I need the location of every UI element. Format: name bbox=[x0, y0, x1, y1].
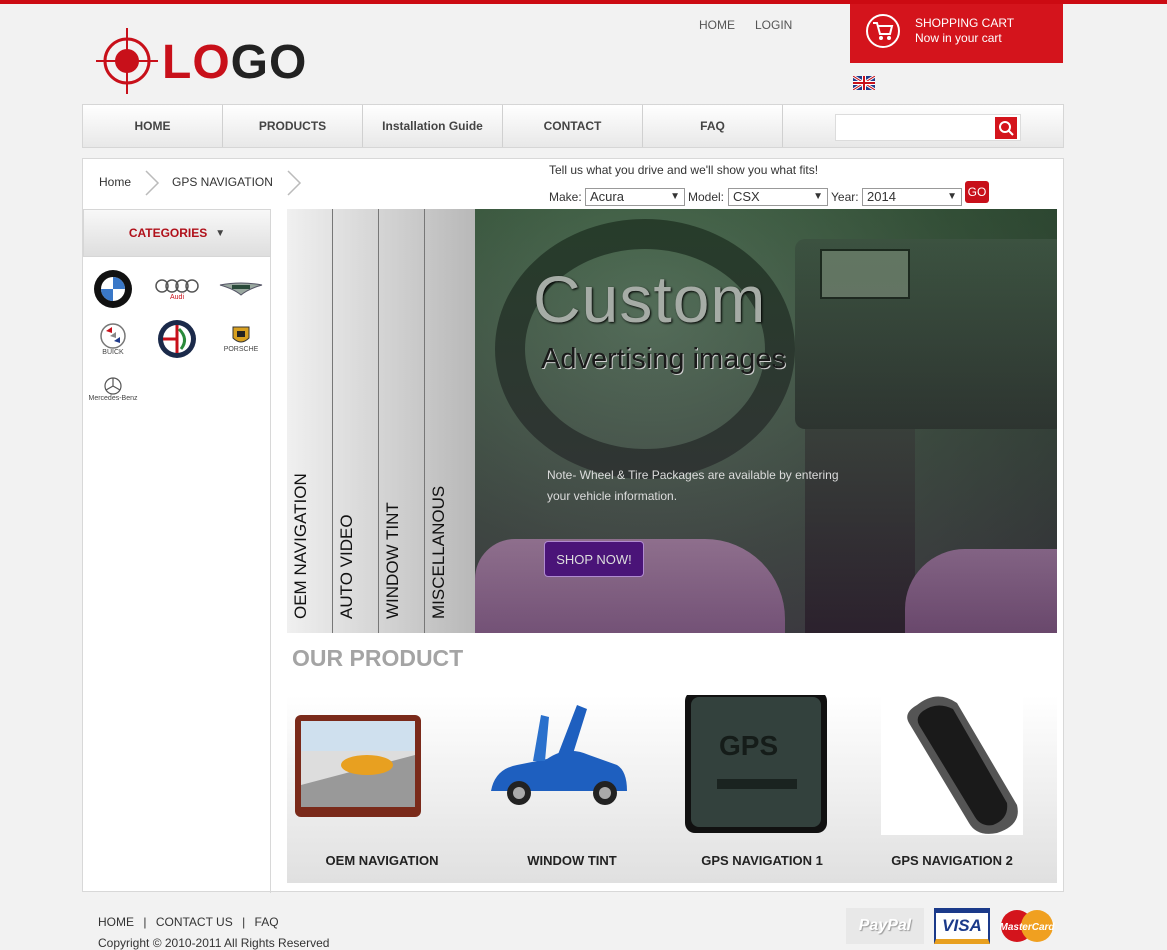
cart-icon bbox=[866, 14, 900, 48]
vehicle-prompt: Tell us what you drive and we'll show yo… bbox=[549, 163, 819, 177]
cart-subtitle: Now in your cart bbox=[915, 31, 1002, 45]
svg-text:GPS: GPS bbox=[719, 730, 778, 761]
breadcrumb-home[interactable]: Home bbox=[99, 175, 131, 189]
model-select[interactable]: CSX ▼ bbox=[728, 188, 828, 206]
nav-products[interactable]: PRODUCTS bbox=[223, 105, 363, 147]
audi-logo-icon bbox=[155, 278, 199, 293]
shopping-cart-button[interactable]: SHOPPING CART Now in your cart bbox=[850, 4, 1063, 63]
mercedes-logo-icon bbox=[104, 376, 122, 395]
crosshair-logo-icon bbox=[96, 28, 158, 94]
hero-image: Custom Advertising images Note- Wheel & … bbox=[475, 209, 1057, 633]
mastercard-logo: MasterCard bbox=[996, 908, 1058, 944]
categories-title: CATEGORIES bbox=[128, 226, 208, 240]
year-label: Year: bbox=[831, 190, 859, 204]
copyright: Copyright © 2010-2011 All Rights Reserve… bbox=[98, 936, 330, 950]
paypal-logo: PayPal bbox=[846, 908, 924, 944]
top-link-login[interactable]: LOGIN bbox=[755, 18, 792, 32]
product-gps-navigation-1[interactable]: GPS GPS NAVIGATION 1 bbox=[667, 691, 857, 883]
search-icon bbox=[999, 121, 1014, 136]
nav-home[interactable]: HOME bbox=[83, 105, 223, 147]
our-product-heading: OUR PRODUCT bbox=[292, 645, 464, 671]
svg-text:MasterCard: MasterCard bbox=[999, 922, 1055, 933]
banner-tabs: OEM NAVIGATION AUTO VIDEO WINDOW TINT MI… bbox=[287, 209, 475, 633]
brand-alfa-romeo[interactable] bbox=[151, 317, 203, 361]
tab-miscellanous[interactable]: MISCELLANOUS bbox=[425, 209, 471, 633]
site-logo[interactable]: LOGO bbox=[96, 26, 336, 96]
brand-porsche[interactable]: PORSCHE bbox=[215, 317, 267, 361]
hero-title: Custom bbox=[533, 262, 767, 336]
logo-wordmark: LOGO bbox=[162, 36, 308, 89]
chevron-right-icon bbox=[145, 170, 160, 196]
brand-aston-martin[interactable] bbox=[215, 267, 267, 311]
categories-header[interactable]: CATEGORIES ▼ bbox=[83, 209, 271, 257]
product-window-tint[interactable]: WINDOW TINT bbox=[477, 695, 667, 883]
search-box bbox=[835, 114, 1021, 141]
buick-logo-icon bbox=[100, 322, 126, 349]
breadcrumb-gps-navigation[interactable]: GPS NAVIGATION bbox=[172, 175, 273, 189]
visa-logo: VISA bbox=[934, 908, 990, 944]
nav-contact[interactable]: CONTACT bbox=[503, 105, 643, 147]
porsche-logo-icon bbox=[232, 326, 250, 342]
top-links: HOME LOGIN bbox=[699, 18, 812, 32]
brand-audi[interactable]: Audi bbox=[151, 267, 203, 311]
hero-banner: OEM NAVIGATION AUTO VIDEO WINDOW TINT MI… bbox=[287, 209, 1057, 633]
model-label: Model: bbox=[688, 190, 725, 204]
product-oem-navigation[interactable]: OEM NAVIGATION bbox=[287, 695, 477, 883]
product-gps-navigation-2[interactable]: GPS NAVIGATION 2 bbox=[857, 691, 1047, 883]
chevron-down-icon: ▼ bbox=[670, 191, 680, 202]
gps-tracker-image bbox=[881, 691, 1023, 835]
make-select[interactable]: Acura ▼ bbox=[585, 188, 685, 206]
shop-now-button[interactable]: SHOP NOW! bbox=[544, 541, 644, 577]
bmw-logo-icon bbox=[94, 270, 132, 308]
hero-subtitle: Advertising images bbox=[541, 343, 786, 375]
main-content: Home GPS NAVIGATION Tell us what you dri… bbox=[82, 158, 1064, 893]
brand-list: Audi BUICK PORSCHE Mercedes-Benz bbox=[83, 257, 271, 893]
brand-bmw[interactable] bbox=[87, 267, 139, 311]
hero-note: Note- Wheel & Tire Packages are availabl… bbox=[547, 468, 839, 503]
aston-martin-logo-icon bbox=[219, 282, 263, 296]
main-nav: HOME PRODUCTS Installation Guide CONTACT… bbox=[82, 104, 1064, 148]
tab-auto-video[interactable]: AUTO VIDEO bbox=[333, 209, 379, 633]
product-strip: OEM NAVIGATION WINDOW TINT GPS GPS NAVIG… bbox=[287, 691, 1057, 883]
cart-title: SHOPPING CART bbox=[915, 16, 1015, 30]
footer-links: HOME | CONTACT US | FAQ bbox=[98, 915, 279, 929]
top-link-home[interactable]: HOME bbox=[699, 18, 735, 32]
chevron-right-icon bbox=[287, 170, 302, 196]
blue-car-image bbox=[491, 705, 627, 805]
gps-box-image: GPS bbox=[685, 691, 827, 833]
brand-mercedes-benz[interactable]: Mercedes-Benz bbox=[87, 367, 139, 411]
footer-link-home[interactable]: HOME bbox=[98, 915, 134, 929]
tab-window-tint[interactable]: WINDOW TINT bbox=[379, 209, 425, 633]
uk-flag-icon[interactable] bbox=[852, 74, 876, 92]
make-label: Make: bbox=[549, 190, 582, 204]
footer-link-contact-us[interactable]: CONTACT US bbox=[156, 915, 233, 929]
chevron-down-icon: ▼ bbox=[813, 191, 823, 202]
nav-installation-guide[interactable]: Installation Guide bbox=[363, 105, 503, 147]
gps-device-image bbox=[295, 715, 421, 817]
triangle-down-icon: ▼ bbox=[215, 227, 226, 239]
search-button[interactable] bbox=[995, 117, 1017, 139]
alfa-romeo-logo-icon bbox=[158, 320, 196, 358]
chevron-down-icon: ▼ bbox=[947, 191, 957, 202]
brand-buick[interactable]: BUICK bbox=[87, 317, 139, 361]
year-select[interactable]: 2014 ▼ bbox=[862, 188, 962, 206]
tab-oem-navigation[interactable]: OEM NAVIGATION bbox=[287, 209, 333, 633]
nav-faq[interactable]: FAQ bbox=[643, 105, 783, 147]
go-button[interactable]: GO bbox=[965, 181, 989, 203]
footer-link-faq[interactable]: FAQ bbox=[255, 915, 279, 929]
search-input[interactable] bbox=[836, 115, 986, 140]
